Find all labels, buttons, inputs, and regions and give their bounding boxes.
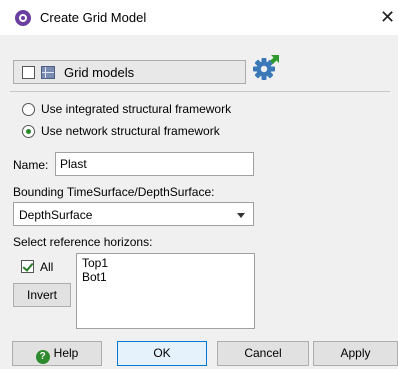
bounding-surface-value: DepthSurface xyxy=(19,208,93,222)
title-bar: Create Grid Model ✕ xyxy=(0,0,398,35)
all-label: All xyxy=(40,260,54,274)
settings-gear-icon[interactable] xyxy=(251,53,281,83)
apply-button[interactable]: Apply xyxy=(313,341,398,366)
horizon-list[interactable]: Top1 Bot1 xyxy=(76,253,255,329)
close-icon[interactable]: ✕ xyxy=(380,5,398,29)
all-checkbox[interactable] xyxy=(21,260,34,273)
grid-models-label: Grid models xyxy=(64,65,135,80)
integrated-framework-radio[interactable] xyxy=(22,103,35,116)
bounding-surface-dropdown[interactable]: DepthSurface xyxy=(13,202,254,226)
window-title: Create Grid Model xyxy=(40,10,147,25)
network-framework-radio[interactable] xyxy=(22,125,35,138)
ok-button[interactable]: OK xyxy=(117,341,207,366)
invert-button[interactable]: Invert xyxy=(13,283,71,307)
list-item[interactable]: Top1 xyxy=(82,256,108,270)
grid-models-picker[interactable]: Grid models xyxy=(13,60,246,84)
help-icon: ? xyxy=(35,350,50,364)
integrated-framework-label: Use integrated structural framework xyxy=(41,102,232,116)
separator xyxy=(10,91,390,92)
grid-models-checkbox[interactable] xyxy=(22,66,35,79)
list-item[interactable]: Bot1 xyxy=(82,270,107,284)
cancel-button[interactable]: Cancel xyxy=(217,341,309,366)
app-logo-icon xyxy=(15,10,31,26)
name-input[interactable] xyxy=(55,152,254,176)
bounding-surface-label: Bounding TimeSurface/DepthSurface: xyxy=(13,185,215,199)
chevron-down-icon xyxy=(237,213,245,218)
help-button[interactable]: ? Help xyxy=(12,341,102,366)
name-label: Name: xyxy=(13,158,49,172)
help-button-label: Help xyxy=(53,346,79,360)
grid-icon xyxy=(41,66,55,79)
reference-horizons-label: Select reference horizons: xyxy=(13,235,153,249)
network-framework-label: Use network structural framework xyxy=(41,124,220,138)
